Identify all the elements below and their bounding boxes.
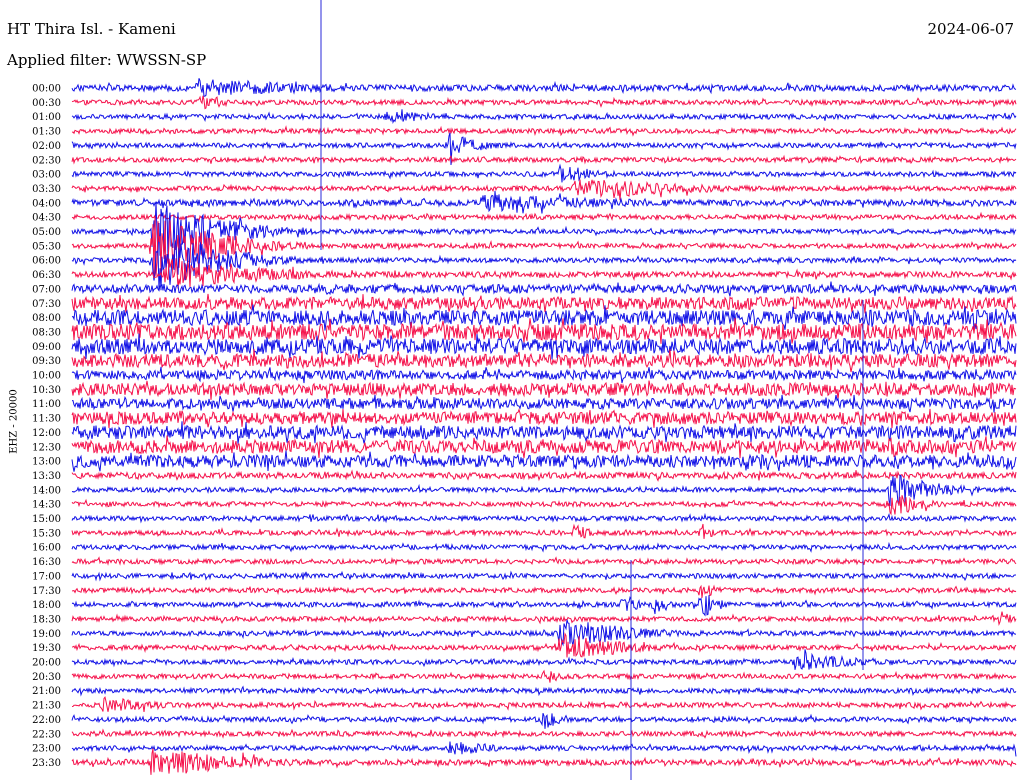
- trace-line-2330: [71, 748, 1017, 775]
- row-time-label: 16:00: [32, 543, 61, 554]
- row-time-label: 21:00: [32, 686, 61, 697]
- row-time-label: 04:00: [32, 198, 61, 209]
- trace-line-0530: [71, 215, 1017, 276]
- trace-line-0000: [71, 78, 1017, 97]
- row-time-label: 09:00: [32, 342, 61, 353]
- row-time-label: 23:00: [32, 744, 61, 755]
- trace-line-0130: [71, 125, 1017, 137]
- row-time-label: 21:30: [32, 701, 61, 712]
- row-time-label: 14:30: [32, 500, 61, 511]
- row-time-label: 03:30: [32, 184, 61, 195]
- trace-line-1900: [71, 619, 1016, 647]
- trace-line-1800: [71, 595, 1017, 617]
- row-time-label: 05:30: [32, 241, 61, 252]
- row-time-label: 12:30: [32, 442, 61, 453]
- row-time-label: 04:30: [32, 213, 61, 224]
- row-time-label: 01:30: [32, 127, 61, 138]
- row-time-label: 18:00: [32, 600, 61, 611]
- row-time-label: 06:30: [32, 270, 61, 281]
- trace-line-0230: [71, 154, 1017, 165]
- trace-line-1100: [72, 394, 1017, 413]
- trace-line-1230: [71, 435, 1017, 459]
- trace-line-1630: [71, 556, 1017, 566]
- trace-line-1300: [71, 450, 1017, 472]
- trace-line-2000: [71, 649, 1017, 670]
- trace-line-0300: [71, 163, 1017, 183]
- row-time-label: 08:00: [32, 313, 61, 324]
- trace-line-1200: [71, 421, 1017, 444]
- row-time-label: 07:30: [32, 299, 61, 310]
- row-time-label: 19:30: [32, 643, 61, 654]
- trace-line-2100: [71, 685, 1017, 697]
- trace-line-0100: [71, 109, 1017, 125]
- row-time-label: 00:00: [32, 84, 61, 95]
- row-time-label: 13:00: [32, 457, 61, 468]
- row-time-label: 00:30: [32, 98, 61, 109]
- trace-line-0400: [71, 190, 1017, 214]
- row-time-label: 11:00: [32, 399, 61, 410]
- trace-line-0430: [71, 211, 1017, 223]
- row-time-label: 20:00: [32, 658, 61, 669]
- row-time-label: 22:30: [32, 729, 61, 740]
- trace-line-2130: [71, 696, 1016, 713]
- trace-line-1330: [71, 469, 1017, 482]
- trace-line-0730: [71, 293, 1017, 314]
- row-time-label: 12:00: [32, 428, 61, 439]
- trace-line-1430: [71, 495, 1017, 516]
- row-time-label: 15:30: [32, 528, 61, 539]
- trace-line-1400: [71, 474, 1017, 507]
- row-time-label: 14:00: [32, 485, 61, 496]
- row-time-label: 01:00: [32, 112, 61, 123]
- row-time-label: 17:00: [32, 571, 61, 582]
- trace-line-0030: [71, 95, 1017, 110]
- trace-line-2230: [71, 728, 1017, 739]
- row-time-label: 06:00: [32, 256, 61, 267]
- trace-line-1600: [71, 541, 1017, 553]
- trace-line-1030: [71, 380, 1017, 400]
- row-time-label: 05:00: [32, 227, 61, 238]
- trace-line-2030: [71, 669, 1017, 683]
- trace-line-1930: [71, 632, 1017, 658]
- row-time-label: 03:00: [32, 170, 61, 181]
- row-time-label: 02:30: [32, 155, 61, 166]
- row-time-label: 20:30: [32, 672, 61, 683]
- row-time-label: 16:30: [32, 557, 61, 568]
- trace-line-1500: [71, 512, 1017, 524]
- row-time-label: 09:30: [32, 356, 61, 367]
- row-time-label: 17:30: [32, 586, 61, 597]
- row-time-label: 08:30: [32, 327, 61, 338]
- row-time-label: 23:30: [32, 758, 61, 769]
- row-time-label: 13:30: [32, 471, 61, 482]
- row-time-label: 07:00: [32, 284, 61, 295]
- row-time-label: 18:30: [32, 614, 61, 625]
- seismogram-plot: 00:00 00:30 01:00 01:30 02:00 02:30 03:00 03:30…: [32, 0, 1017, 780]
- trace-line-1730: [72, 584, 1017, 598]
- trace-line-2200: [71, 713, 1017, 729]
- row-time-label: 15:00: [32, 514, 61, 525]
- trace-line-0330: [71, 179, 1017, 201]
- row-time-label: 19:00: [32, 629, 61, 640]
- trace-line-1830: [71, 611, 1017, 627]
- row-time-label: 10:00: [32, 371, 61, 382]
- trace-line-2300: [71, 741, 1017, 757]
- trace-line-1000: [71, 366, 1017, 384]
- row-time-label: 02:00: [32, 141, 61, 152]
- row-time-label: 10:30: [32, 385, 61, 396]
- row-time-label: 22:00: [32, 715, 61, 726]
- trace-line-0630: [71, 258, 1017, 289]
- trace-line-1530: [71, 523, 1017, 539]
- row-time-label: 11:30: [32, 414, 61, 425]
- trace-line-1700: [71, 570, 1016, 582]
- trace-line-1130: [71, 408, 1017, 429]
